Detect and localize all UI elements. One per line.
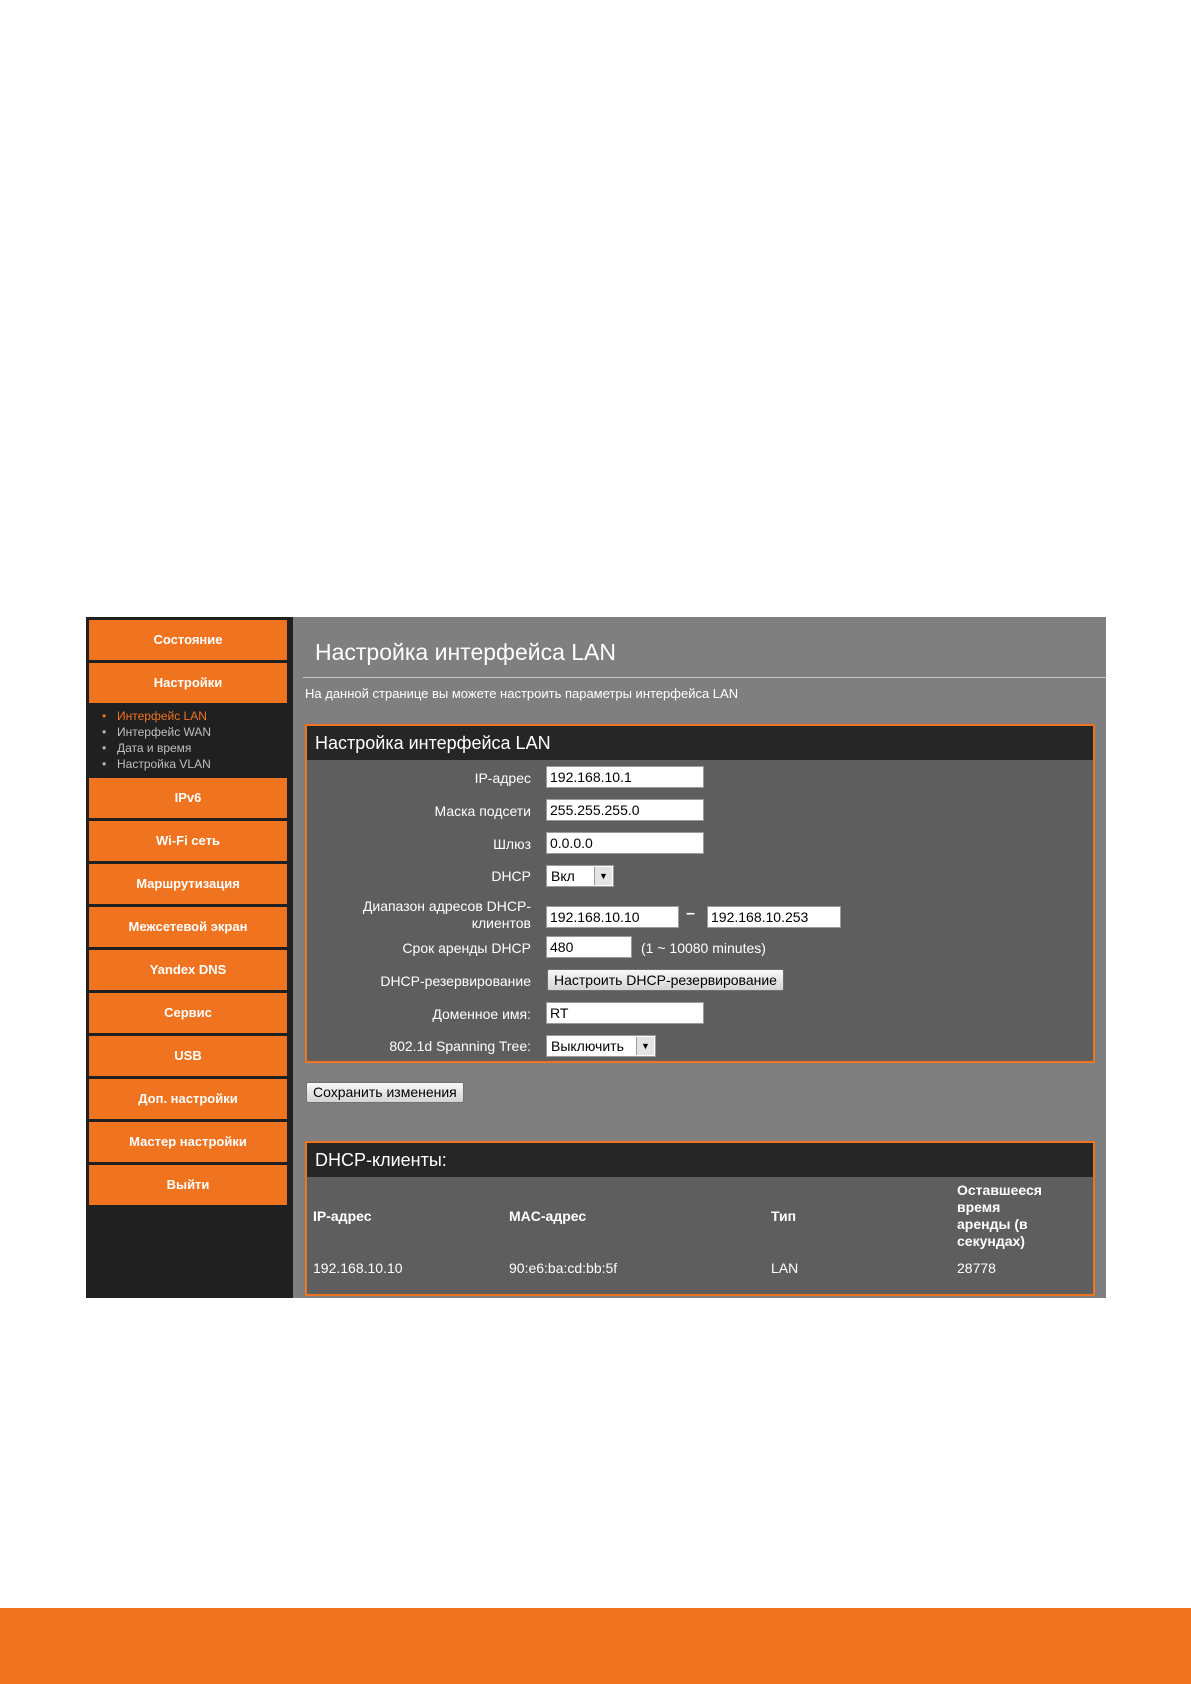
dhcp-lease-hint: (1 ~ 10080 minutes) <box>641 940 766 956</box>
dhcp-lease-input[interactable]: 480 <box>546 936 632 958</box>
submenu-item-label: Интерфейс WAN <box>117 725 212 739</box>
dhcp-select[interactable]: Вкл ▼ <box>546 865 614 887</box>
nav-ipv6-button[interactable]: IPv6 <box>89 778 287 818</box>
nav-wizard-button[interactable]: Мастер настройки <box>89 1122 287 1162</box>
nav-routing-button[interactable]: Маршрутизация <box>89 864 287 904</box>
spanning-tree-select[interactable]: Выключить ▼ <box>546 1035 656 1057</box>
table-cell-type: LAN <box>771 1260 799 1276</box>
nav-status-button[interactable]: Состояние <box>89 620 287 660</box>
save-changes-button[interactable]: Сохранить изменения <box>306 1082 464 1103</box>
nav-yandex-dns-button[interactable]: Yandex DNS <box>89 950 287 990</box>
column-header-mac: MAC-адрес <box>509 1208 587 1224</box>
spanning-tree-label: 802.1d Spanning Tree: <box>389 1038 531 1054</box>
column-header-type: Тип <box>771 1208 797 1224</box>
dhcp-lease-label: Срок аренды DHCP <box>402 940 531 956</box>
dhcp-range-label-line2: клиентов <box>471 915 531 931</box>
dhcp-clients-heading: DHCP-клиенты: <box>307 1143 1093 1177</box>
nav-advanced-button[interactable]: Доп. настройки <box>89 1079 287 1119</box>
submenu-item-label: Дата и время <box>117 741 192 755</box>
submenu-item-label: Интерфейс LAN <box>117 709 207 723</box>
dhcp-label: DHCP <box>491 868 531 884</box>
submenu-item-date-time[interactable]: • Дата и время <box>102 740 292 756</box>
submenu-item-lan-interface[interactable]: • Интерфейс LAN <box>102 708 292 724</box>
subnet-mask-input[interactable]: 255.255.255.0 <box>546 799 704 821</box>
footer-accent-bar <box>0 1608 1191 1684</box>
dhcp-clients-panel: DHCP-клиенты: IP-адрес MAC-адрес Тип Ост… <box>305 1141 1095 1296</box>
table-cell-mac: 90:e6:ba:cd:bb:5f <box>509 1260 618 1276</box>
domain-name-label: Доменное имя: <box>432 1006 531 1022</box>
submenu-item-label: Настройка VLAN <box>117 757 211 771</box>
nav-firewall-button[interactable]: Межсетевой экран <box>89 907 287 947</box>
title-divider <box>303 677 1106 678</box>
bullet-icon: • <box>102 709 107 723</box>
bullet-icon: • <box>102 757 107 771</box>
ip-address-input[interactable]: 192.168.10.1 <box>546 766 704 788</box>
router-admin-screenshot: Состояние Настройки • Интерфейс LAN • Инте… <box>86 617 1106 1298</box>
dhcp-reservation-label: DHCP-резервирование <box>380 973 531 989</box>
page-description: На данной странице вы можете настроить п… <box>305 686 739 701</box>
lan-panel-heading: Настройка интерфейса LAN <box>307 726 1093 760</box>
bullet-icon: • <box>102 725 107 739</box>
dhcp-range-end-input[interactable]: 192.168.10.253 <box>707 906 841 928</box>
dhcp-reservation-button[interactable]: Настроить DHCP-резервирование <box>547 969 784 991</box>
nav-usb-button[interactable]: USB <box>89 1036 287 1076</box>
dhcp-range-label-line1: Диапазон адресов DHCP- <box>362 898 531 914</box>
gateway-input[interactable]: 0.0.0.0 <box>546 832 704 854</box>
nav-settings-button[interactable]: Настройки <box>89 663 287 703</box>
subnet-mask-label: Маска подсети <box>434 803 532 819</box>
nav-service-button[interactable]: Сервис <box>89 993 287 1033</box>
page-title: Настройка интерфейса LAN <box>315 639 617 665</box>
bullet-icon: • <box>102 741 107 755</box>
chevron-down-icon[interactable]: ▼ <box>594 867 612 885</box>
settings-submenu: • Интерфейс LAN • Интерфейс WAN • Дата и вр… <box>102 708 292 772</box>
gateway-label: Шлюз <box>493 836 531 852</box>
chevron-down-icon[interactable]: ▼ <box>636 1037 654 1055</box>
column-header-lease-remaining: Оставшееся время аренды (в секундах) <box>957 1182 1042 1249</box>
range-separator: – <box>686 905 695 922</box>
column-header-ip: IP-адрес <box>313 1208 372 1224</box>
submenu-item-vlan[interactable]: • Настройка VLAN <box>102 756 292 772</box>
domain-name-input[interactable]: RT <box>546 1002 704 1024</box>
spanning-tree-select-value: Выключить <box>551 1038 624 1054</box>
table-cell-lease: 28778 <box>957 1260 996 1276</box>
dhcp-range-label: Диапазон адресов DHCP- клиентов <box>363 898 531 932</box>
dhcp-range-start-input[interactable]: 192.168.10.10 <box>546 906 679 928</box>
submenu-item-wan-interface[interactable]: • Интерфейс WAN <box>102 724 292 740</box>
lan-settings-panel: Настройка интерфейса LAN IP-адрес 192.16… <box>305 724 1095 1063</box>
nav-logout-button[interactable]: Выйти <box>89 1165 287 1205</box>
table-cell-ip: 192.168.10.10 <box>313 1260 403 1276</box>
ip-address-label: IP-адрес <box>474 770 531 786</box>
dhcp-select-value: Вкл <box>551 868 575 884</box>
sidebar: Состояние Настройки • Интерфейс LAN • Инте… <box>86 617 293 1298</box>
nav-wifi-button[interactable]: Wi-Fi сеть <box>89 821 287 861</box>
main-content: Настройка интерфейса LAN На данной стран… <box>293 617 1106 1298</box>
